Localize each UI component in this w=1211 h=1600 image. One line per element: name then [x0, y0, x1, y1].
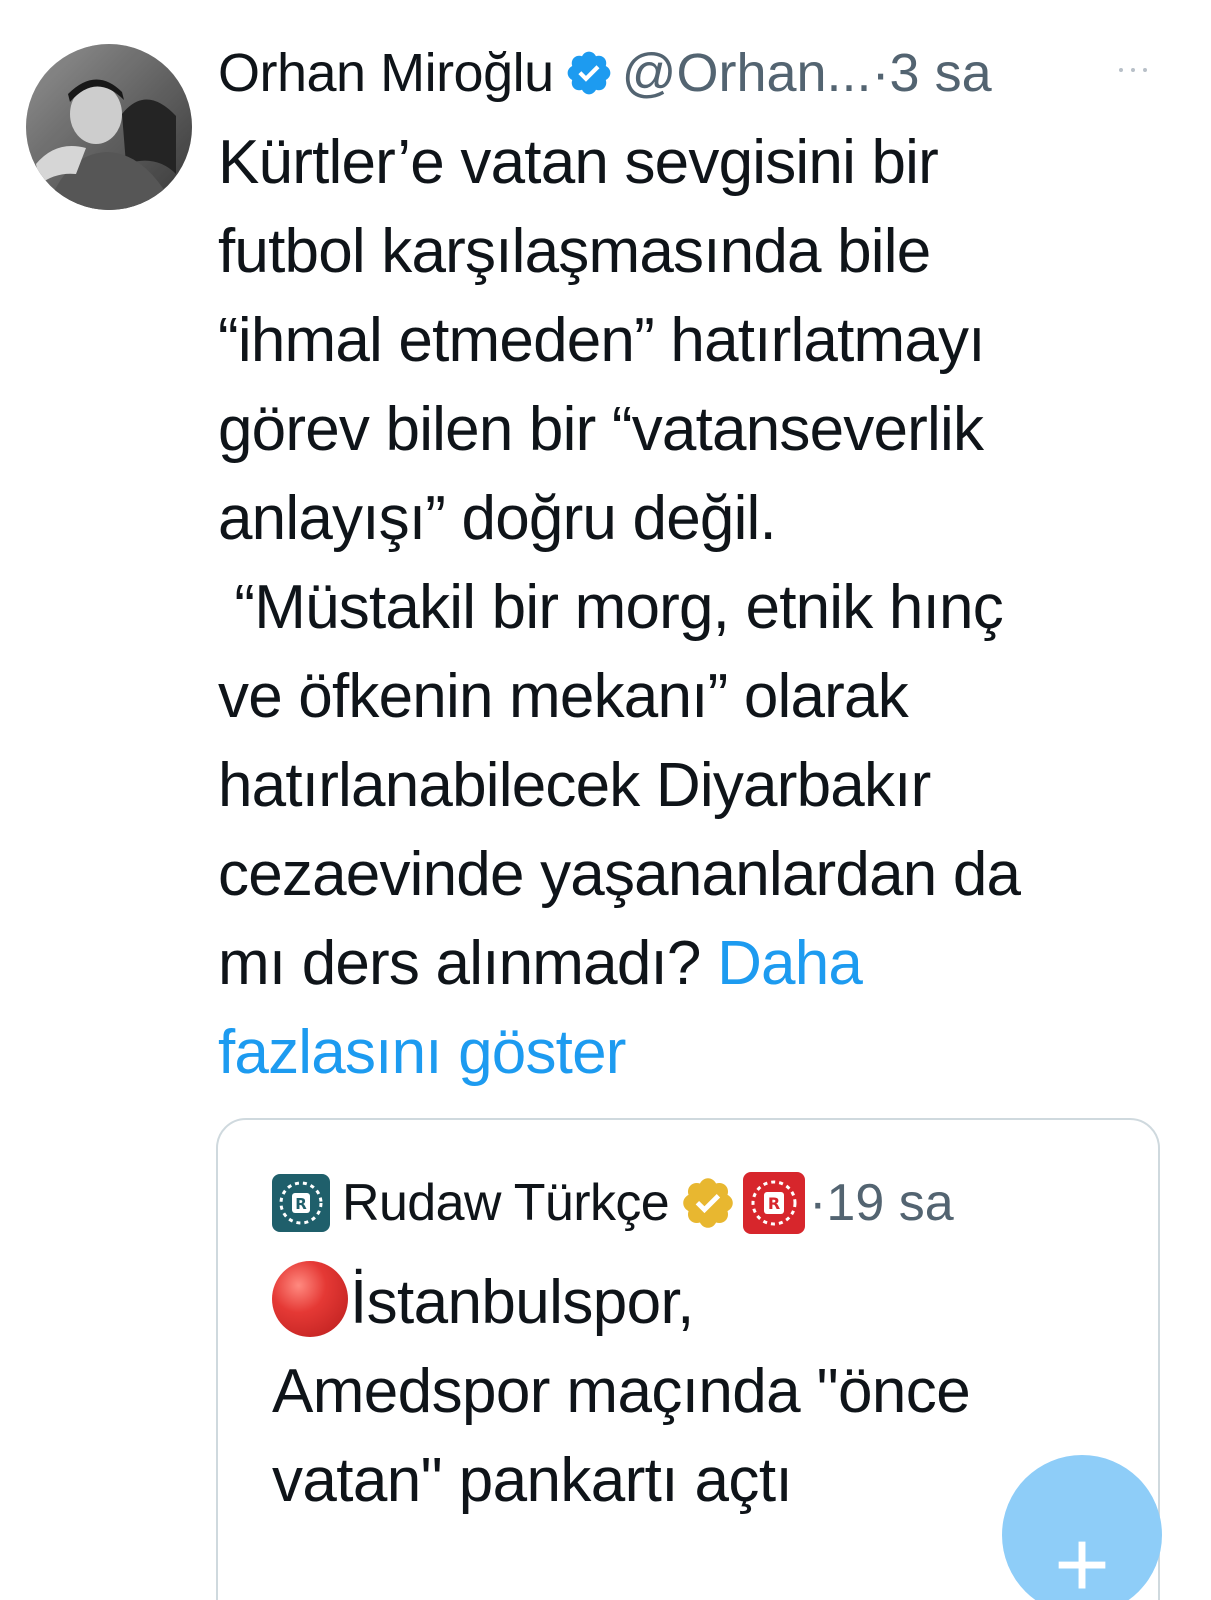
quoted-tweet-time[interactable]: 19 sa: [826, 1170, 953, 1236]
tweet-line: “Müstakil bir morg, etnik hınç: [218, 573, 1003, 642]
quoted-line: İstanbulspor,: [272, 1258, 1142, 1347]
quoted-line: Amedspor maçında "önce: [272, 1357, 971, 1426]
tweet-screen: Orhan Miroğlu @Orhan... · 3 sa Kürtler’e…: [0, 0, 1211, 1600]
tweet-line-text: mı ders alınmadı?: [218, 929, 701, 998]
tweet-line-last: mı ders alınmadı? Daha: [218, 919, 1178, 1008]
tweet-time[interactable]: 3 sa: [890, 38, 992, 108]
quoted-tweet-header: R Rudaw Türkçe R · 19 sa: [272, 1170, 954, 1236]
plus-icon: +: [1053, 1511, 1111, 1600]
tweet-line: Kürtler’e vatan sevgisini bir: [218, 128, 939, 197]
gold-verified-badge-icon: [679, 1174, 737, 1232]
show-more-link[interactable]: Daha: [717, 929, 863, 998]
avatar-photo: [26, 44, 192, 210]
quoted-separator-dot: ·: [809, 1174, 827, 1232]
show-more-link-continued[interactable]: fazlasını göster: [218, 1008, 1178, 1097]
tweet-line: ve öfkenin mekanı” olarak: [218, 662, 909, 731]
quoted-line-text: İstanbulspor,: [350, 1268, 694, 1337]
tweet-line: cezaevinde yaşananlardan da: [218, 840, 1021, 909]
avatar[interactable]: [26, 44, 192, 210]
quoted-author-name[interactable]: Rudaw Türkçe: [342, 1170, 670, 1236]
tweet-header: Orhan Miroğlu @Orhan... · 3 sa: [218, 38, 992, 108]
quoted-tweet-text: İstanbulspor, Amedspor maçında "önce vat…: [272, 1258, 1142, 1525]
separator-dot: ·: [871, 43, 890, 103]
tweet-line: “ihmal etmeden” hatırlatmayı: [218, 306, 985, 375]
tweet-line: görev bilen bir “vatanseverlik: [218, 395, 984, 464]
rudaw-avatar-icon: R: [272, 1174, 330, 1232]
rudaw-affiliate-badge-icon: R: [743, 1172, 806, 1234]
tweet-text: Kürtler’e vatan sevgisini bir futbol kar…: [218, 118, 1178, 1097]
tweet-line: hatırlanabilecek Diyarbakır: [218, 751, 931, 820]
more-options-icon[interactable]: [1110, 60, 1156, 80]
tweet-line: futbol karşılaşmasında bile: [218, 217, 931, 286]
author-name[interactable]: Orhan Miroğlu: [218, 38, 554, 108]
author-handle[interactable]: @Orhan...: [622, 38, 872, 108]
verified-badge-icon: [564, 48, 614, 98]
svg-text:R: R: [768, 1194, 780, 1213]
red-circle-emoji-icon: [272, 1261, 348, 1337]
svg-text:R: R: [295, 1195, 307, 1213]
tweet-line: anlayışı” doğru değil.: [218, 484, 777, 553]
